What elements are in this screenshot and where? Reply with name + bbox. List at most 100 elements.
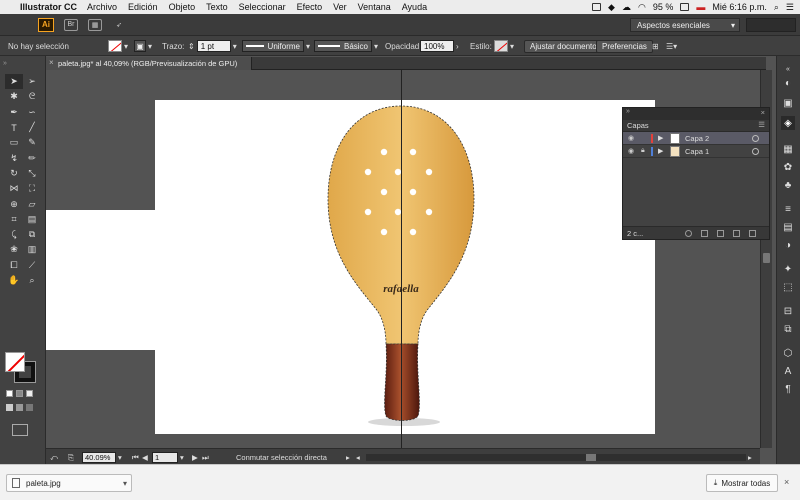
eyedropper-icon[interactable]: ⤹ <box>5 227 23 242</box>
stroke-label[interactable]: Trazo: <box>162 39 184 53</box>
transparency-icon[interactable]: ◑ <box>781 238 795 252</box>
stroke-panel-icon[interactable]: ≡ <box>781 202 795 216</box>
perspective-icon[interactable]: ▱ <box>23 196 41 211</box>
stroke-weight-field[interactable]: ⇕ 1 pt ▾ <box>188 39 237 53</box>
clipping-mask-icon[interactable] <box>701 230 708 237</box>
symbol-sprayer-icon[interactable]: ❀ <box>5 242 23 257</box>
collapse-icon[interactable]: » <box>3 60 7 67</box>
chevron-down-icon[interactable]: ▾ <box>123 479 127 488</box>
close-panel-icon[interactable]: × <box>761 108 765 117</box>
menu-texto[interactable]: Texto <box>206 2 228 12</box>
menu-ventana[interactable]: Ventana <box>358 2 391 12</box>
menu-ver[interactable]: Ver <box>333 2 347 12</box>
layer-name[interactable]: Capa 2 <box>685 134 709 143</box>
gpu-icon[interactable]: ⎘ <box>68 452 74 463</box>
wifi-icon[interactable]: ◠ <box>638 2 646 13</box>
width-tool-icon[interactable]: ⋈ <box>5 181 23 196</box>
workspace-switcher[interactable]: Aspectos esenciales ▾ <box>630 18 740 32</box>
menubar-clock[interactable]: Mié 6:16 p.m. <box>712 2 767 12</box>
zoom-field[interactable]: 40.09% <box>82 452 116 463</box>
magic-wand-icon[interactable]: ✱ <box>5 89 23 104</box>
bridge-button[interactable]: Br <box>64 18 78 31</box>
swatches-icon[interactable]: ▦ <box>781 142 795 156</box>
trash-icon[interactable] <box>749 230 756 237</box>
align-panel-icon[interactable]: ⊟ <box>781 304 795 318</box>
collapse-panel-icon[interactable]: » <box>626 108 630 115</box>
paintbrush-icon[interactable]: ✎ <box>23 135 41 150</box>
status-menu-icon[interactable] <box>592 3 602 11</box>
target-icon[interactable] <box>752 135 759 142</box>
menu-efecto[interactable]: Efecto <box>297 2 323 12</box>
menu-objeto[interactable]: Objeto <box>169 2 196 12</box>
libraries-icon[interactable]: ▣ <box>781 96 795 110</box>
flag-icon[interactable]: ▬ <box>696 2 705 12</box>
artboard-icon[interactable]: ⧠ <box>5 258 23 273</box>
layer-name[interactable]: Capa 1 <box>685 147 709 156</box>
last-artboard-icon[interactable]: ⏭ <box>202 452 209 463</box>
blend-icon[interactable]: ⧉ <box>23 227 41 242</box>
notifications-icon[interactable]: ☰ <box>786 2 794 13</box>
selection-tool-icon[interactable]: ➤ <box>5 74 23 90</box>
layer-row[interactable]: ◉ ▶ Capa 2 <box>623 132 769 145</box>
zoom-dropdown-icon[interactable]: ▾ <box>118 452 122 463</box>
curvature-icon[interactable]: ∽ <box>23 105 41 120</box>
layers-panel-header[interactable]: » × <box>623 108 769 120</box>
fill-stroke-widget[interactable] <box>5 352 41 386</box>
transform-icon[interactable]: ⬡ <box>781 346 795 360</box>
stroke-weight-value[interactable]: 1 pt <box>196 40 231 52</box>
eye-icon[interactable]: ◉ <box>628 134 634 142</box>
app-menu-name[interactable]: Illustrator CC <box>20 2 77 12</box>
document-setup-button[interactable]: Ajustar documento <box>524 39 603 53</box>
direct-selection-tool-icon[interactable]: ➢ <box>23 74 41 89</box>
lock-icon[interactable]: 🔒︎ <box>641 147 645 155</box>
layer-row[interactable]: ◉ 🔒︎ ▶ Capa 1 <box>623 145 769 158</box>
artboard-number-field[interactable]: 1 <box>152 452 178 463</box>
symbols-icon[interactable]: ♣ <box>781 178 795 192</box>
align-icon[interactable]: ⊞ <box>652 39 659 53</box>
close-icon[interactable]: × <box>49 58 54 67</box>
pen-tool-icon[interactable]: ✒ <box>5 105 23 120</box>
lasso-icon[interactable]: ᘓ <box>23 89 41 104</box>
status-arrow-icon[interactable]: ▸ <box>346 452 350 463</box>
preferences-label[interactable]: Preferencias <box>596 39 653 53</box>
zoom-icon[interactable]: ⌕ <box>23 273 41 288</box>
pathfinder-icon[interactable]: ⧉ <box>781 322 795 336</box>
shape-builder-icon[interactable]: ⊕ <box>5 196 23 211</box>
character-icon[interactable]: A <box>781 364 795 378</box>
new-layer-icon[interactable] <box>733 230 740 237</box>
hand-icon[interactable]: ✋ <box>5 273 23 288</box>
previous-artboard-icon[interactable]: ◀ <box>142 452 148 463</box>
download-item[interactable]: paleta.jpg ▾ <box>6 474 132 492</box>
scale-icon[interactable]: ⤡ <box>23 166 41 181</box>
gradient-button[interactable] <box>16 390 23 397</box>
panel-menu-icon[interactable]: ☰ <box>758 120 765 129</box>
show-all-downloads-button[interactable]: ⤓ Mostrar todas <box>706 474 778 492</box>
stroke-swatch[interactable]: ▣ ▾ <box>134 39 152 53</box>
graphic-styles-icon[interactable]: ⬚ <box>781 280 795 294</box>
draw-inside-icon[interactable] <box>26 404 33 411</box>
slice-icon[interactable]: ⟋ <box>23 258 41 273</box>
mesh-icon[interactable]: ⌗ <box>5 212 23 227</box>
spotlight-icon[interactable]: ⌕ <box>774 2 779 13</box>
cloud-icon[interactable]: ☁ <box>622 2 631 13</box>
dropbox-icon[interactable]: ◆ <box>608 2 615 13</box>
target-icon[interactable] <box>752 148 759 155</box>
control-menu-icon[interactable]: ☰▾ <box>666 39 677 53</box>
color-button[interactable] <box>6 390 13 397</box>
rotate-icon[interactable]: ↻ <box>5 166 23 181</box>
vertical-guide[interactable] <box>401 70 402 448</box>
expand-triangle-icon[interactable]: ▶ <box>658 147 663 155</box>
close-icon[interactable]: × <box>784 477 789 487</box>
next-artboard-icon[interactable]: ▶ <box>192 452 198 463</box>
opacity-value[interactable]: 100% <box>420 40 454 52</box>
color-panel-icon[interactable]: ◐ <box>781 76 795 90</box>
brushes-icon[interactable]: ✿ <box>781 160 795 174</box>
opacity-label[interactable]: Opacidad: <box>385 39 421 53</box>
opacity-field[interactable]: 100% › <box>420 39 459 53</box>
draw-normal-icon[interactable] <box>6 404 13 411</box>
gpu-rocket-icon[interactable]: ➶ <box>112 19 126 31</box>
horizontal-scrollbar[interactable] <box>366 454 746 461</box>
type-tool-icon[interactable]: T <box>5 120 23 135</box>
expand-dock-icon[interactable]: « <box>781 62 795 76</box>
vertical-scroll-thumb[interactable] <box>763 253 770 263</box>
